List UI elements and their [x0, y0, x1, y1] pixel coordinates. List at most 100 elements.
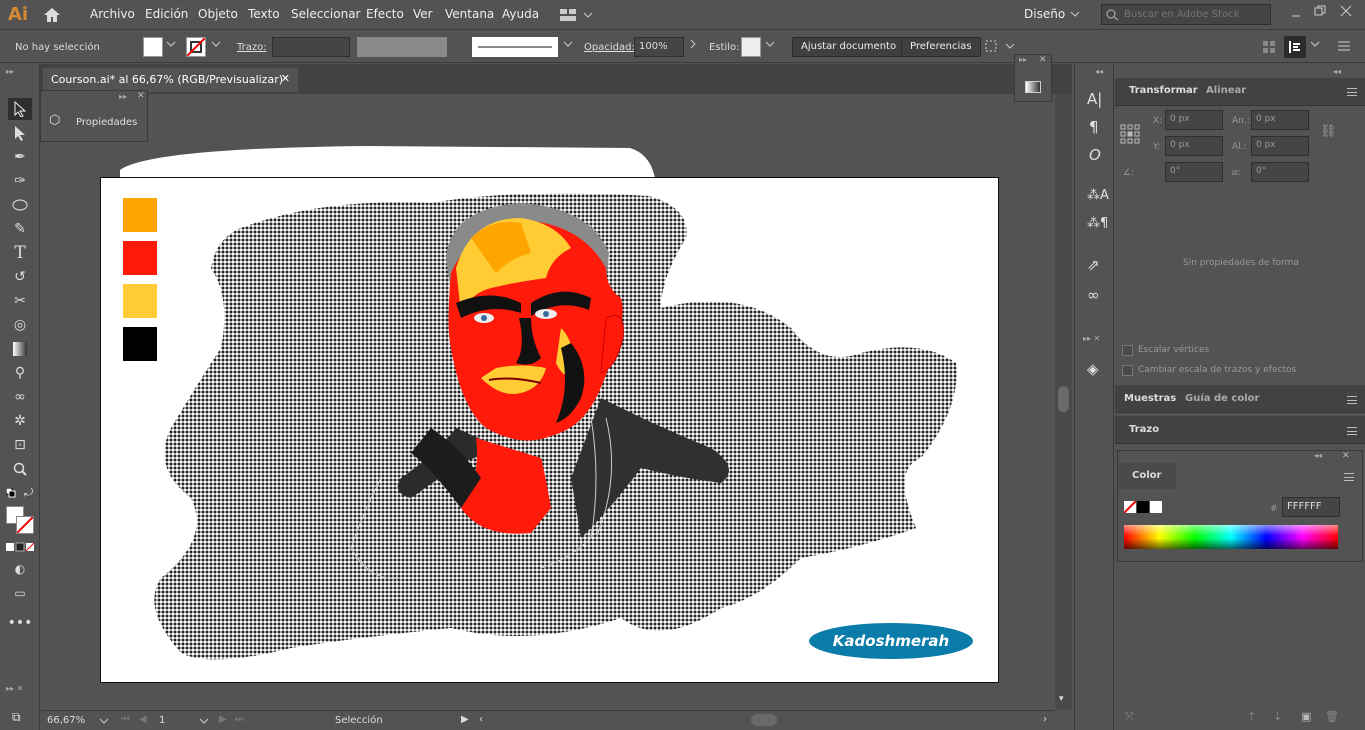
stroke-menu-icon[interactable]: [1347, 427, 1357, 435]
delete-icon[interactable]: 🗑: [1325, 710, 1339, 723]
brush-dropdown[interactable]: [563, 39, 573, 52]
reference-point-icon[interactable]: [1120, 124, 1140, 147]
character-panel-icon[interactable]: A|: [1087, 90, 1102, 108]
move-up-icon[interactable]: ⇡: [1247, 710, 1256, 723]
zoom-tool-icon[interactable]: [8, 458, 32, 480]
eyedropper-tool-icon[interactable]: ⚲: [8, 362, 32, 384]
transform-menu-icon[interactable]: [1347, 88, 1357, 96]
mini-close-icon[interactable]: ✕: [1039, 55, 1047, 65]
pen-tool-icon[interactable]: ✒: [8, 146, 32, 168]
menu-ayuda[interactable]: Ayuda: [502, 7, 539, 21]
color-panel-title[interactable]: Color: [1132, 470, 1161, 481]
fill-dropdown[interactable]: [166, 39, 176, 52]
hscroll-left-arrow[interactable]: ‹: [479, 714, 483, 725]
vertical-scrollbar[interactable]: ▾: [1055, 94, 1072, 710]
angle-field[interactable]: 0°: [1165, 162, 1223, 182]
align-grid-icon[interactable]: [1262, 40, 1276, 57]
preferences-button[interactable]: Preferencias: [901, 37, 981, 57]
vscroll-thumb[interactable]: [1058, 386, 1069, 412]
status-menu-arrow[interactable]: ▶: [461, 714, 469, 725]
stroke-swatch[interactable]: [186, 37, 206, 57]
opacity-arrow[interactable]: [689, 39, 697, 52]
links-icon[interactable]: ∞: [1087, 286, 1100, 304]
last-artboard-icon[interactable]: ⏭: [235, 714, 244, 725]
shear-field[interactable]: 0°: [1251, 162, 1309, 182]
para-styles-icon[interactable]: ⁂¶: [1087, 216, 1108, 231]
zoom-field[interactable]: 66,67%: [47, 715, 99, 726]
color-menu-icon[interactable]: [1344, 473, 1354, 481]
swatches-menu-icon[interactable]: [1347, 396, 1357, 404]
next-artboard-icon[interactable]: ▶: [219, 714, 227, 725]
prev-artboard-icon[interactable]: ◀: [139, 714, 147, 725]
selection-tool-icon[interactable]: [8, 98, 32, 120]
gradient-tool-icon[interactable]: [8, 338, 32, 360]
scale-strokes-checkbox[interactable]: [1122, 365, 1133, 376]
close-tab-icon[interactable]: ✕: [281, 72, 290, 85]
mini-collapse-icon[interactable]: ▸▸: [1019, 55, 1027, 64]
stroke-dropdown[interactable]: [211, 39, 221, 52]
brush-definition[interactable]: [472, 37, 558, 57]
gradient-panel-icon[interactable]: [1025, 81, 1041, 93]
style-dropdown[interactable]: [765, 39, 775, 52]
default-colors-icon[interactable]: [5, 487, 16, 498]
color-mode-icons[interactable]: [6, 542, 36, 555]
swatch-libraries-icon[interactable]: ⤧: [1125, 710, 1134, 724]
type-tool-icon[interactable]: T: [8, 242, 32, 264]
zoom-dropdown[interactable]: [99, 716, 109, 729]
rotate-tool-icon[interactable]: ↺: [8, 266, 32, 288]
chevron-down-icon[interactable]: [1070, 9, 1080, 22]
draw-mode-icon[interactable]: ◐: [8, 558, 32, 580]
menu-ventana[interactable]: Ventana: [445, 7, 494, 21]
menu-seleccionar[interactable]: Seleccionar: [291, 7, 360, 21]
dock-collapse-icon[interactable]: ◂◂: [1095, 67, 1103, 76]
menu-edicion[interactable]: Edición: [145, 7, 188, 21]
swap-colors-icon[interactable]: ⤾: [24, 486, 33, 500]
curvature-tool-icon[interactable]: ✑: [8, 170, 32, 192]
symbol-sprayer-tool-icon[interactable]: ✲: [8, 410, 32, 432]
properties-panel-icon[interactable]: [1284, 36, 1306, 58]
export-icon[interactable]: ⇗: [1087, 256, 1100, 274]
tab-swatches[interactable]: Muestras: [1124, 393, 1176, 404]
vscroll-down-arrow[interactable]: ▾: [1059, 694, 1064, 704]
close-window-button[interactable]: [1340, 5, 1352, 20]
more-tools-icon[interactable]: •••: [8, 612, 33, 634]
color-close-icon[interactable]: ✕: [1342, 451, 1350, 461]
new-item-icon[interactable]: ▣: [1301, 710, 1311, 723]
minimize-button[interactable]: [1290, 6, 1302, 18]
menu-texto[interactable]: Texto: [248, 7, 280, 21]
opentype-panel-icon[interactable]: O: [1089, 146, 1101, 164]
menu-objeto[interactable]: Objeto: [198, 7, 238, 21]
tab-align[interactable]: Alinear: [1206, 85, 1246, 96]
first-artboard-icon[interactable]: ⏮: [121, 714, 130, 725]
menu-archivo[interactable]: Archivo: [90, 7, 135, 21]
toolbar-bottom-collapse-icon[interactable]: ▸▸ ✕: [6, 684, 23, 693]
dock2-collapse-icon[interactable]: ▸▸ ✕: [1083, 334, 1100, 343]
black-color-chip[interactable]: [1137, 501, 1149, 513]
menu-efecto[interactable]: Efecto: [366, 7, 404, 21]
opacity-field[interactable]: 100%: [634, 37, 684, 57]
document-tab[interactable]: Courson.ai* al 66,67% (RGB/Previsualizar…: [43, 68, 298, 92]
white-color-chip[interactable]: [1150, 501, 1162, 513]
w-field[interactable]: 0 px: [1251, 110, 1309, 130]
fit-document-button[interactable]: Ajustar documento: [792, 37, 906, 57]
fill-swatch[interactable]: [143, 37, 163, 57]
properties-label[interactable]: Propiedades: [76, 117, 137, 128]
tab-transform[interactable]: Transformar: [1129, 85, 1198, 96]
artboard-number-field[interactable]: 1: [159, 715, 199, 726]
char-styles-icon[interactable]: ⁂A: [1087, 188, 1109, 203]
warp-tool-icon[interactable]: ◎: [8, 314, 32, 336]
hex-field[interactable]: FFFFFF: [1282, 497, 1340, 517]
variable-width-profile[interactable]: [357, 37, 447, 57]
libraries-icon[interactable]: ⧉: [12, 710, 21, 725]
h-field[interactable]: 0 px: [1251, 136, 1309, 156]
home-icon[interactable]: [42, 6, 62, 27]
restore-button[interactable]: [1314, 5, 1326, 20]
float-collapse-icon[interactable]: ▸▸: [119, 92, 127, 101]
graphic-style-swatch[interactable]: [741, 37, 761, 57]
constrain-link-icon[interactable]: ⛓: [1320, 124, 1337, 139]
artboard-dropdown[interactable]: [199, 716, 209, 729]
tab-color-guide[interactable]: Guía de color: [1185, 393, 1259, 404]
artboard[interactable]: Kadoshmerah: [100, 177, 999, 683]
control-menu-icon[interactable]: [1338, 41, 1350, 54]
stroke-weight-field[interactable]: [272, 37, 350, 57]
